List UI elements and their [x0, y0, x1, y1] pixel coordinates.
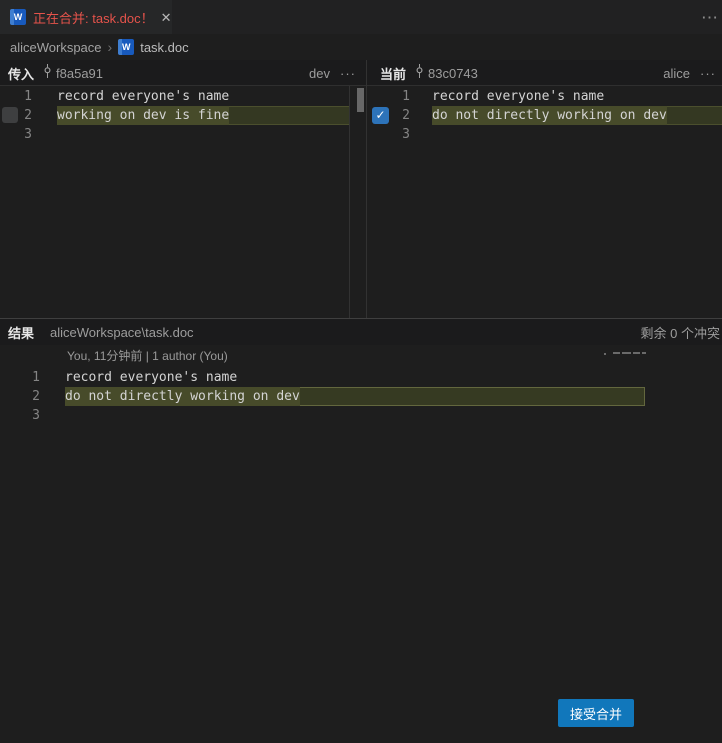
result-pane-header: 结果 aliceWorkspace\task.doc 剩余 0 个冲突 — [0, 319, 722, 345]
incoming-commit-hash: f8a5a91 — [56, 66, 103, 81]
current-pane-header: 当前 83c0743 alice ··· — [367, 60, 722, 86]
line-number: 3 — [394, 125, 410, 144]
result-line-1[interactable]: 1 record everyone's name — [0, 368, 722, 387]
code-text[interactable]: working on dev is fine — [57, 106, 229, 125]
line-number: 1 — [394, 87, 410, 106]
word-file-icon: W — [118, 39, 134, 55]
word-file-icon: W — [10, 9, 26, 25]
current-more-actions-icon[interactable]: ··· — [700, 66, 716, 81]
current-pane-title: 当前 — [380, 64, 406, 83]
breadcrumb-file[interactable]: task.doc — [140, 40, 188, 55]
header-divider — [0, 85, 722, 86]
line-number: 3 — [0, 406, 40, 425]
pane-boundary-line — [349, 86, 350, 318]
incoming-more-actions-icon[interactable]: ··· — [340, 66, 356, 81]
merge-editor-window: W 正在合并: task.doc！ ✕ ⋯ aliceWorkspace › W… — [0, 0, 722, 743]
tab-merging-task-doc[interactable]: W 正在合并: task.doc！ ✕ — [0, 0, 172, 34]
git-commit-icon — [414, 64, 425, 82]
accept-current-checkbox[interactable]: ✓ — [372, 107, 389, 124]
incoming-line-3[interactable]: 3 — [0, 125, 349, 144]
code-text[interactable]: do not directly working on dev — [65, 387, 300, 406]
current-branch-name: alice — [663, 66, 690, 81]
chevron-right-icon: › — [108, 39, 113, 55]
line-number: 2 — [0, 387, 40, 406]
line-number: 1 — [0, 368, 40, 387]
incoming-branch-name: dev — [309, 66, 330, 81]
close-icon[interactable]: ✕ — [161, 11, 172, 24]
code-text[interactable]: do not directly working on dev — [432, 106, 667, 125]
incoming-line-1[interactable]: 1 record everyone's name — [0, 87, 349, 106]
code-text[interactable]: record everyone's name — [65, 368, 237, 387]
breadcrumb: aliceWorkspace › W task.doc — [0, 34, 722, 60]
line-number: 2 — [394, 106, 410, 125]
code-text[interactable]: record everyone's name — [57, 87, 229, 106]
current-line-2[interactable]: ✓ 2 do not directly working on dev — [367, 106, 722, 125]
tab-title: 正在合并: task.doc！ — [33, 8, 154, 27]
current-line-3[interactable]: 3 — [367, 125, 722, 144]
line-number: 3 — [0, 125, 32, 144]
current-line-1[interactable]: 1 record everyone's name — [367, 87, 722, 106]
conflicts-remaining-label: 剩余 0 个冲突 — [641, 323, 720, 342]
incoming-pane-title: 传入 — [8, 64, 34, 83]
incoming-pane-header: 传入 f8a5a91 dev ··· — [0, 60, 366, 86]
git-commit-icon — [42, 64, 53, 82]
result-line-2[interactable]: 2 do not directly working on dev — [0, 387, 722, 406]
incoming-line-2[interactable]: 2 working on dev is fine — [0, 106, 349, 125]
vertical-scrollbar[interactable] — [357, 88, 364, 112]
breadcrumb-workspace[interactable]: aliceWorkspace — [10, 40, 102, 55]
accept-merge-button[interactable]: 接受合并 — [558, 699, 634, 727]
code-text[interactable]: record everyone's name — [432, 87, 604, 106]
result-file-path: aliceWorkspace\task.doc — [50, 325, 194, 340]
line-number: 1 — [0, 87, 32, 106]
minimap-text-marks — [604, 349, 664, 357]
codelens-authors[interactable]: You, 11分钟前 | 1 author (You) — [67, 347, 228, 364]
editor-actions-more-icon[interactable]: ⋯ — [701, 8, 718, 28]
current-commit-hash: 83c0743 — [428, 66, 478, 81]
result-line-3[interactable]: 3 — [0, 406, 722, 425]
tab-bar: W 正在合并: task.doc！ ✕ ⋯ — [0, 0, 722, 34]
result-pane-title: 结果 — [8, 323, 34, 342]
line-number: 2 — [0, 106, 32, 125]
